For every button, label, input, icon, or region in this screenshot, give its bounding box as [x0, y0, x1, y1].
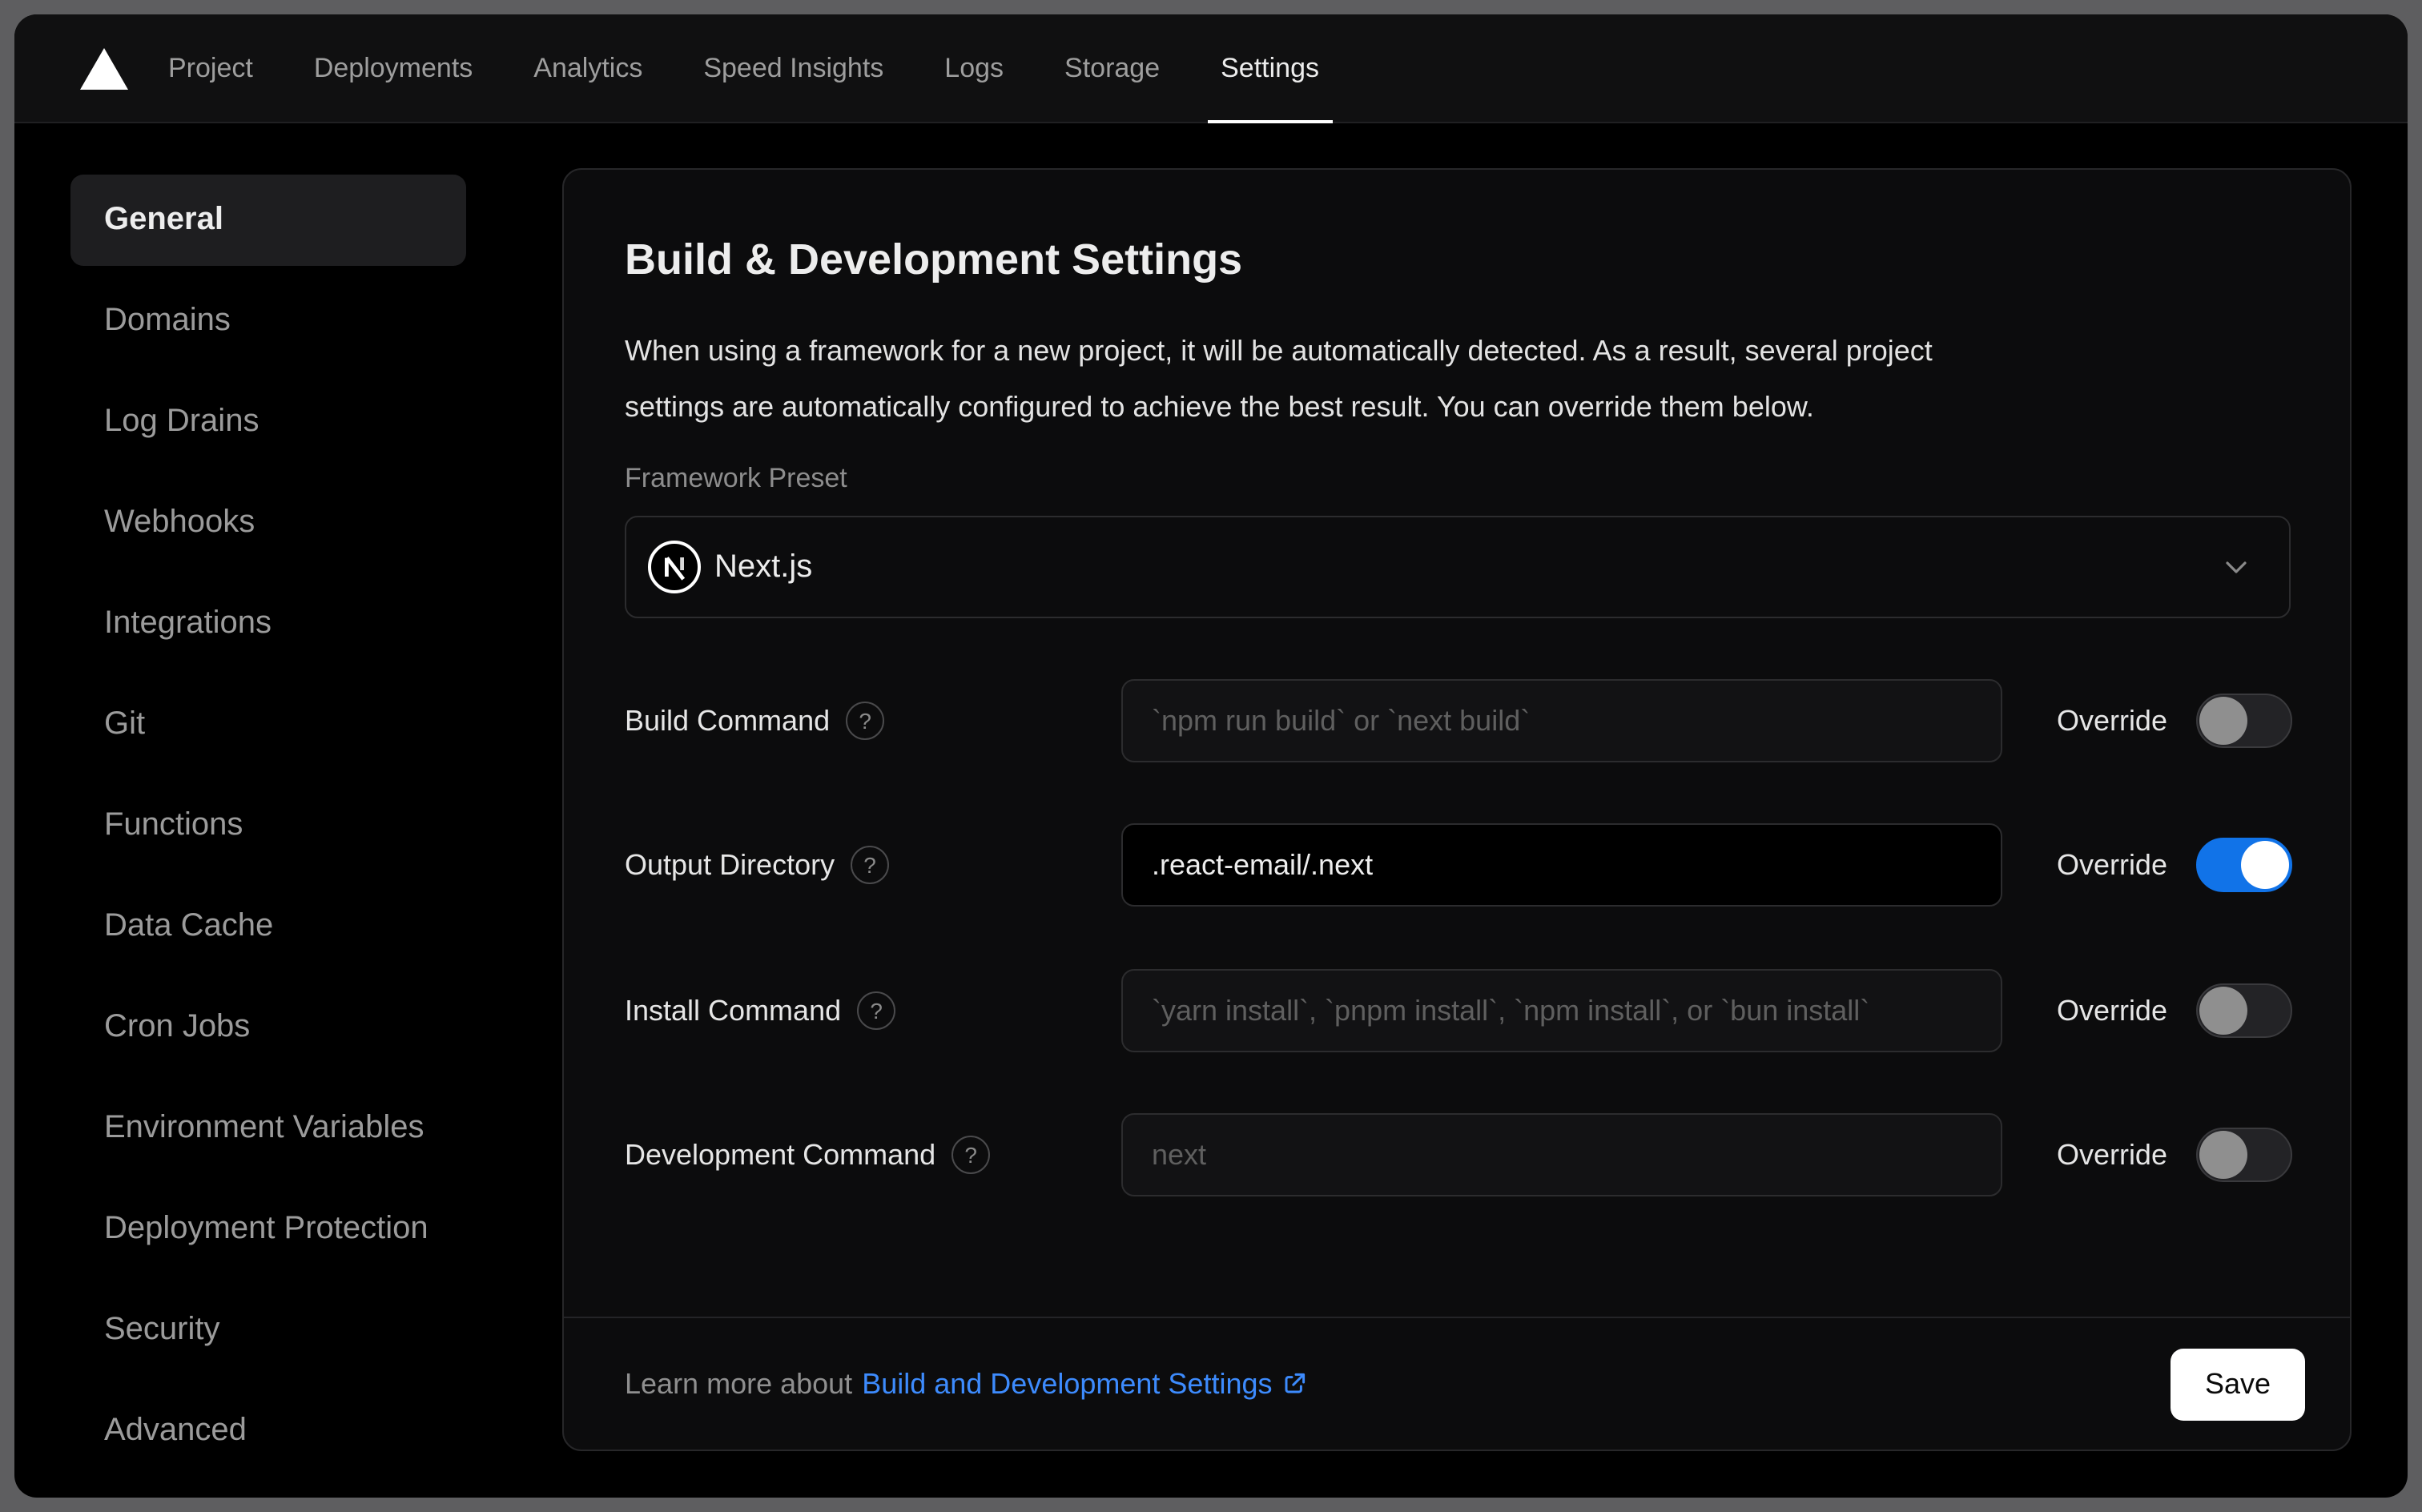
top-nav: Project Deployments Analytics Speed Insi… [14, 14, 2408, 123]
sidebar-item-webhooks[interactable]: Webhooks [70, 477, 466, 569]
development-command-input[interactable] [1121, 1113, 2002, 1196]
framework-preset-label: Framework Preset [625, 463, 847, 493]
sidebar-item-environment-variables[interactable]: Environment Variables [70, 1083, 466, 1174]
docs-link-label: Build and Development Settings [862, 1367, 1273, 1399]
help-icon[interactable]: ? [851, 846, 890, 884]
toggle-knob [2199, 987, 2247, 1035]
vercel-logo-icon [80, 47, 128, 89]
external-link-icon [1285, 1373, 1306, 1393]
build-settings-card: Build & Development Settings When using … [562, 168, 2352, 1451]
learn-more-text: Learn more about [625, 1367, 853, 1399]
sidebar-item-integrations[interactable]: Integrations [70, 578, 466, 670]
sidebar-item-functions[interactable]: Functions [70, 780, 466, 871]
sidebar-item-cron-jobs[interactable]: Cron Jobs [70, 982, 466, 1073]
nav-item-storage[interactable]: Storage [1064, 14, 1160, 122]
help-icon[interactable]: ? [857, 991, 896, 1030]
sidebar-item-advanced[interactable]: Advanced [70, 1385, 466, 1477]
card-description: When using a framework for a new project… [625, 335, 1933, 423]
form-row-development-command: Development Command ? Override [625, 1113, 2292, 1196]
settings-sidebar: General Domains Log Drains Webhooks Inte… [70, 175, 466, 1486]
row-label: Build Command [625, 704, 831, 736]
sidebar-item-deployment-protection[interactable]: Deployment Protection [70, 1184, 466, 1275]
toggle-knob [2241, 841, 2289, 889]
nav-item-settings[interactable]: Settings [1208, 14, 1333, 123]
row-label: Install Command [625, 994, 842, 1026]
override-label: Override [2056, 994, 2167, 1026]
form-row-build-command: Build Command ? Override [625, 679, 2292, 762]
sidebar-item-domains[interactable]: Domains [70, 275, 466, 367]
docs-link[interactable]: Build and Development Settings [862, 1367, 1309, 1401]
override-label: Override [2056, 848, 2167, 880]
override-toggle[interactable] [2196, 694, 2292, 748]
framework-preset-select[interactable]: Next.js [625, 516, 2291, 618]
sidebar-item-git[interactable]: Git [70, 679, 466, 770]
project-nav-tabs: Project Deployments Analytics Speed Insi… [168, 14, 1333, 123]
row-label: Development Command [625, 1138, 936, 1170]
install-command-input[interactable] [1121, 969, 2002, 1052]
toggle-knob [2199, 697, 2247, 745]
row-label: Output Directory [625, 848, 835, 880]
screen: Project Deployments Analytics Speed Insi… [0, 0, 2422, 1512]
nav-item-project[interactable]: Project [168, 14, 253, 122]
help-icon[interactable]: ? [846, 702, 885, 740]
form-row-install-command: Install Command ? Override [625, 969, 2292, 1052]
sidebar-item-security[interactable]: Security [70, 1285, 466, 1376]
nav-item-logs[interactable]: Logs [944, 14, 1004, 122]
toggle-knob [2199, 1131, 2247, 1179]
override-label: Override [2056, 704, 2167, 736]
sidebar-item-general[interactable]: General [70, 175, 466, 266]
help-icon[interactable]: ? [952, 1136, 991, 1174]
nav-item-analytics[interactable]: Analytics [533, 14, 642, 122]
output-directory-input[interactable] [1121, 823, 2002, 907]
save-button[interactable]: Save [2171, 1348, 2305, 1420]
chevron-down-icon [2226, 561, 2247, 573]
override-label: Override [2056, 1138, 2167, 1170]
build-command-input[interactable] [1121, 679, 2002, 762]
sidebar-item-log-drains[interactable]: Log Drains [70, 376, 466, 468]
override-toggle[interactable] [2196, 838, 2292, 892]
override-toggle[interactable] [2196, 1128, 2292, 1182]
page-title: Build & Development Settings [625, 235, 1243, 284]
sidebar-item-data-cache[interactable]: Data Cache [70, 881, 466, 972]
override-toggle[interactable] [2196, 983, 2292, 1038]
nextjs-logo-icon [648, 541, 701, 593]
form-row-output-directory: Output Directory ? Override [625, 823, 2292, 907]
nav-item-deployments[interactable]: Deployments [314, 14, 473, 122]
app-window: Project Deployments Analytics Speed Insi… [14, 14, 2408, 1498]
framework-preset-value: Next.js [714, 549, 813, 584]
nav-item-speed-insights[interactable]: Speed Insights [703, 14, 883, 122]
card-footer: Learn more about Build and Development S… [564, 1317, 2350, 1450]
